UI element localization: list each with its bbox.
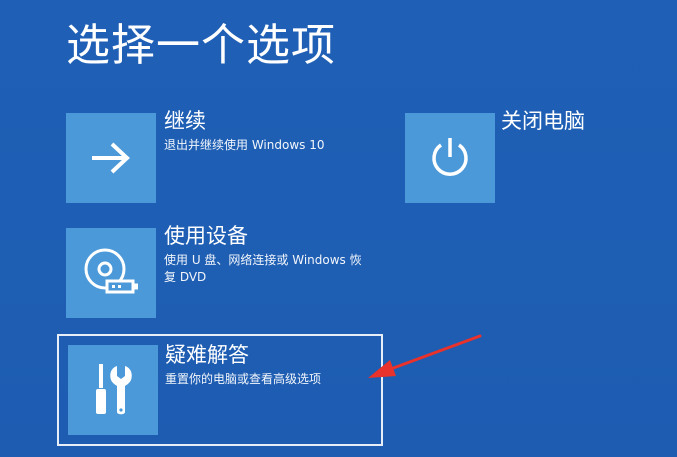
option-troubleshoot-title: 疑难解答 (165, 343, 249, 367)
option-continue-description: 退出并继续使用 Windows 10 (164, 138, 325, 152)
option-shutdown[interactable]: 关闭电脑 (405, 109, 615, 205)
annotation-arrow-icon (368, 334, 482, 378)
option-continue[interactable]: 继续 退出并继续使用 Windows 10 (66, 109, 366, 205)
arrow-right-icon (66, 113, 156, 203)
option-troubleshoot[interactable]: 疑难解答 重置你的电脑或查看高级选项 (57, 334, 383, 446)
option-shutdown-title: 关闭电脑 (501, 109, 585, 133)
disc-usb-icon (66, 228, 156, 318)
option-continue-title: 继续 (164, 109, 206, 133)
option-troubleshoot-description: 重置你的电脑或查看高级选项 (165, 372, 322, 386)
recovery-screen: 选择一个选项 继续 退出并继续使用 Windows 10 使用设备 使用 U 盘… (0, 0, 677, 457)
option-use-device[interactable]: 使用设备 使用 U 盘、网络连接或 Windows 恢复 DVD (66, 224, 376, 320)
screwdriver-wrench-icon (68, 345, 158, 435)
option-use-device-description: 使用 U 盘、网络连接或 Windows 恢复 DVD (164, 253, 362, 284)
option-use-device-title: 使用设备 (164, 224, 248, 248)
power-icon (405, 113, 495, 203)
page-title: 选择一个选项 (66, 20, 336, 71)
